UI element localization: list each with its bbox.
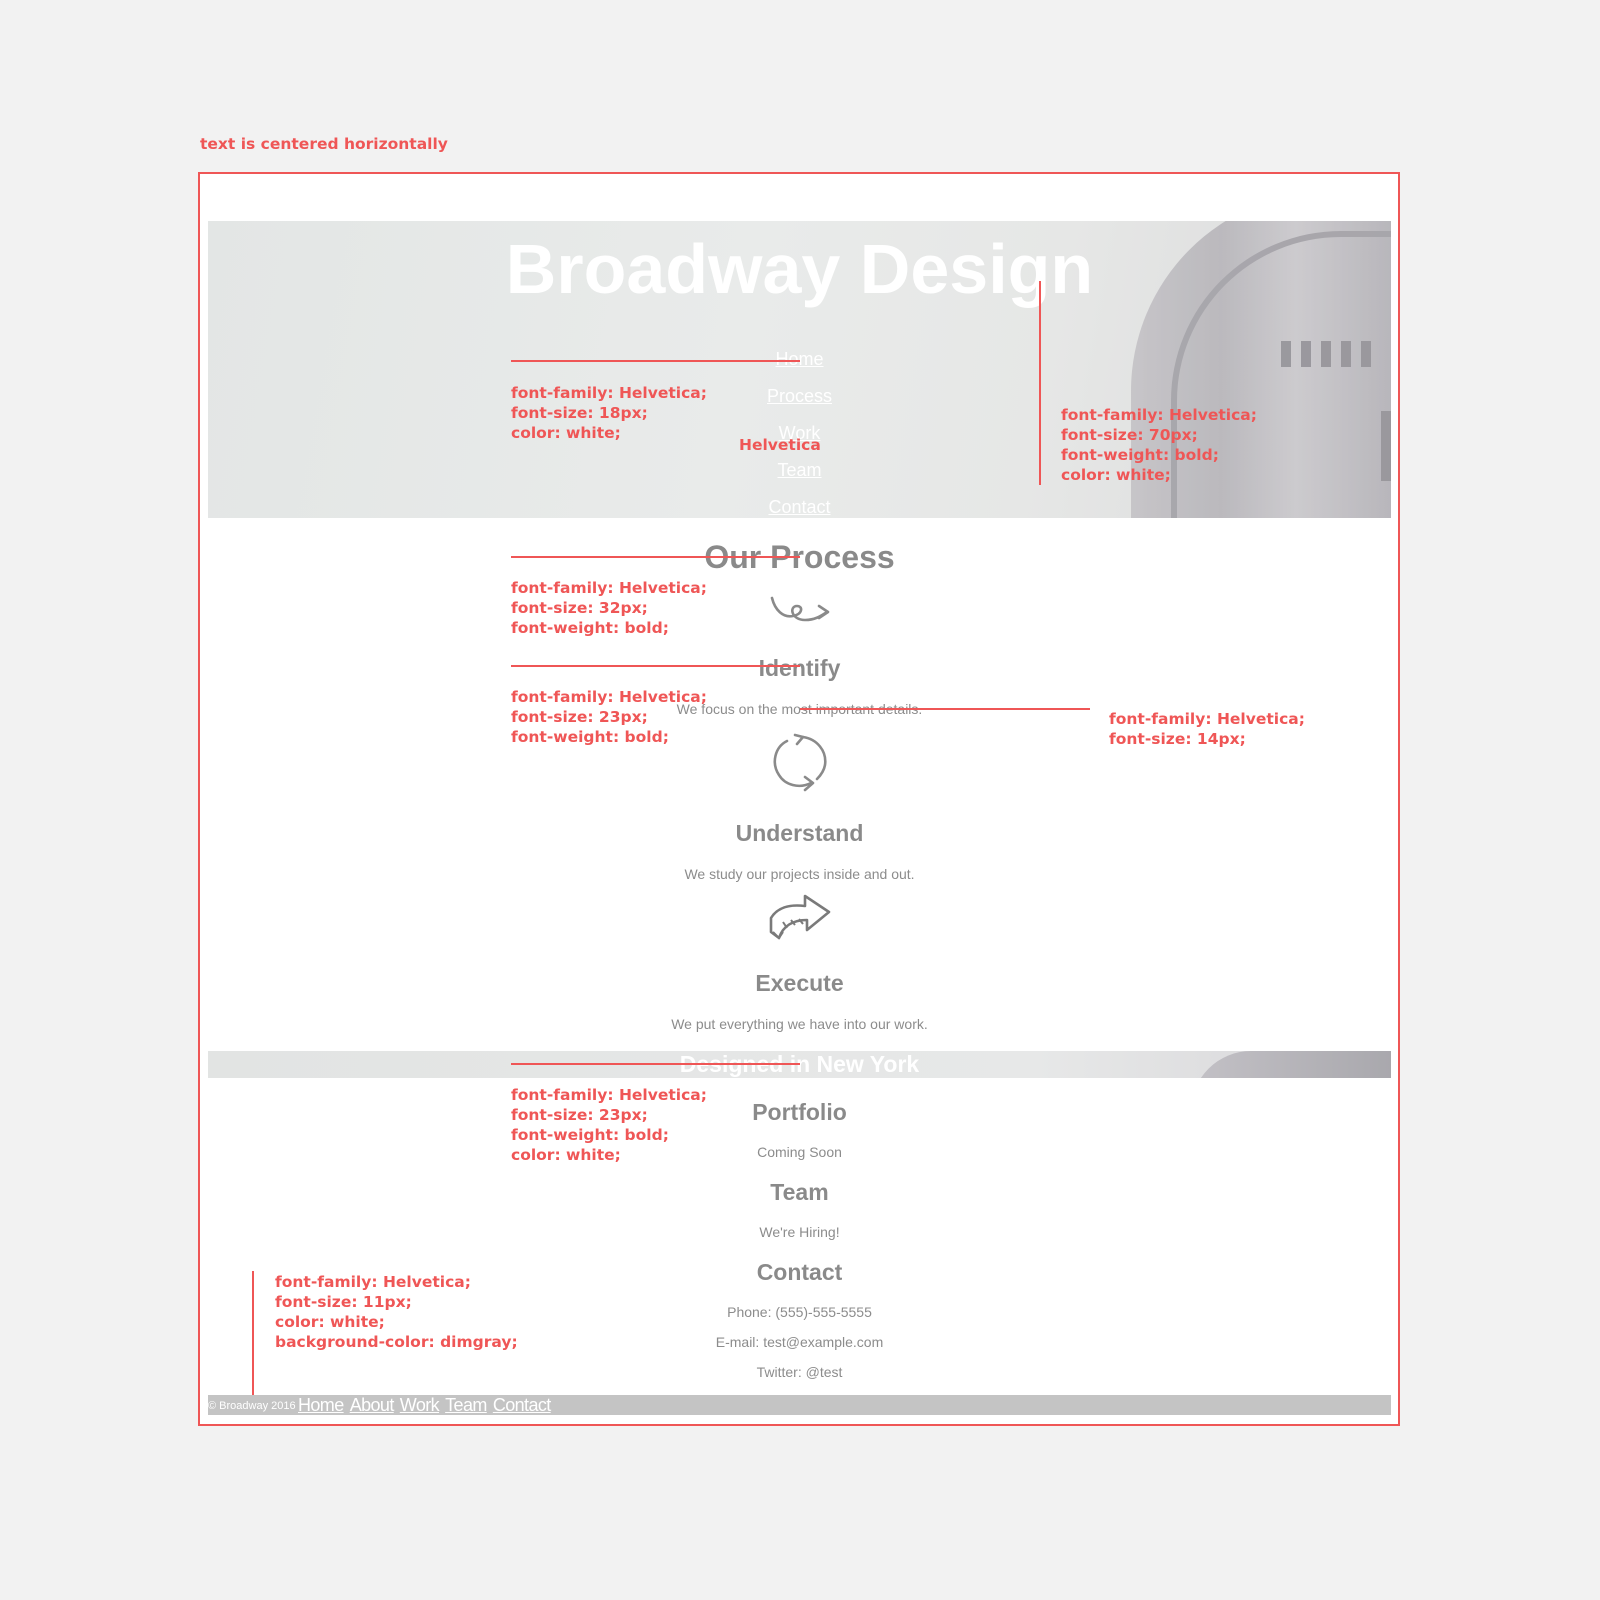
footer-link-work[interactable]: Work [400,1395,440,1415]
step-identify-title: Identify [758,655,841,681]
footer-link-team[interactable]: Team [445,1395,487,1415]
squiggle-arrow-icon [770,596,830,622]
step-execute-text: We put everything we have into our work. [671,1016,928,1032]
footer-spec-note: font-family: Helvetica; font-size: 11px;… [275,1273,518,1351]
centered-note: text is centered horizontally [200,135,448,153]
footer-link-contact[interactable]: Contact [493,1395,551,1415]
footer-link-about[interactable]: About [350,1395,395,1415]
step-understand-text: We study our projects inside and out. [684,866,915,882]
block-arrow-icon [769,894,831,940]
team-text: We're Hiring! [759,1224,840,1240]
page-footer: © Broadway 2016 Home About Work Team Con… [208,1395,1391,1415]
portfolio-text: Coming Soon [757,1144,842,1160]
nav-link-process[interactable]: Process [208,386,1391,407]
title-spec-note: font-family: Helvetica; font-size: 70px;… [1061,406,1257,484]
nav-link-contact[interactable]: Contact [208,497,1391,518]
footer-link-home[interactable]: Home [298,1395,344,1415]
site-title: Broadway Design [505,230,1094,308]
footer-copyright: © Broadway 2016 [208,1400,296,1412]
step-heading-spec-note: font-family: Helvetica; font-size: 23px;… [511,688,707,746]
cycle-arrows-icon [773,733,827,792]
nav-spec-note: font-family: Helvetica; font-size: 18px;… [511,384,707,442]
portfolio-title: Portfolio [752,1099,847,1125]
nav-font-label: Helvetica [739,436,821,454]
step-execute-title: Execute [755,970,844,996]
section-spec-note: font-family: Helvetica; font-size: 32px;… [511,579,707,637]
step-understand-title: Understand [735,820,864,846]
footer-links: Home About Work Team Contact [298,1395,554,1416]
step-text-spec-note: font-family: Helvetica; font-size: 14px; [1109,710,1305,748]
contact-twitter: Twitter: @test [756,1364,843,1380]
team-title: Team [770,1179,829,1205]
